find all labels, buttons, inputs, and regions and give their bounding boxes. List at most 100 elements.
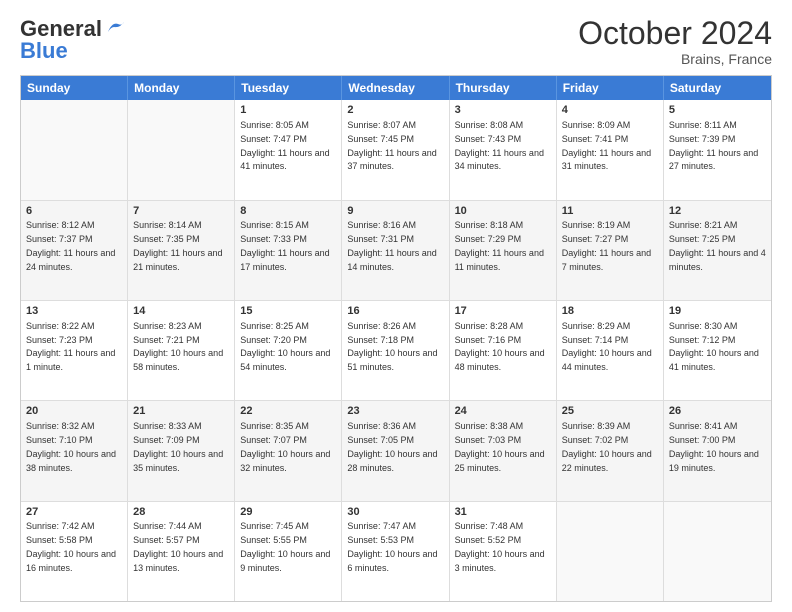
- calendar-cell: 26 Sunrise: 8:41 AM Sunset: 7:00 PM Dayli…: [664, 401, 771, 500]
- day-number: 17: [455, 304, 551, 319]
- calendar-cell: 18 Sunrise: 8:29 AM Sunset: 7:14 PM Dayli…: [557, 301, 664, 400]
- cell-info: Sunrise: 8:41 AM Sunset: 7:00 PM Dayligh…: [669, 421, 759, 472]
- day-number: 22: [240, 404, 336, 419]
- day-number: 16: [347, 304, 443, 319]
- day-number: 28: [133, 505, 229, 520]
- calendar-cell: 22 Sunrise: 8:35 AM Sunset: 7:07 PM Dayli…: [235, 401, 342, 500]
- day-number: 3: [455, 103, 551, 118]
- logo-bird-icon: [104, 18, 126, 36]
- calendar-cell: 9Sunrise: 8:16 AM Sunset: 7:31 PM Daylig…: [342, 201, 449, 300]
- cell-info: Sunrise: 7:47 AM Sunset: 5:53 PM Dayligh…: [347, 521, 437, 572]
- day-number: 18: [562, 304, 658, 319]
- cell-info: Sunrise: 8:22 AM Sunset: 7:23 PM Dayligh…: [26, 321, 115, 372]
- calendar-cell: 27Sunrise: 7:42 AM Sunset: 5:58 PM Dayli…: [21, 502, 128, 601]
- day-number: 25: [562, 404, 658, 419]
- calendar-cell: 14Sunrise: 8:23 AM Sunset: 7:21 PM Dayli…: [128, 301, 235, 400]
- calendar-row: 13 Sunrise: 8:22 AM Sunset: 7:23 PM Dayli…: [21, 301, 771, 401]
- logo-blue: Blue: [20, 38, 68, 64]
- weekday-header: Sunday: [21, 76, 128, 100]
- day-number: 1: [240, 103, 336, 118]
- calendar-cell: [557, 502, 664, 601]
- cell-info: Sunrise: 8:28 AM Sunset: 7:16 PM Dayligh…: [455, 321, 545, 372]
- day-number: 26: [669, 404, 766, 419]
- calendar-cell: 21 Sunrise: 8:33 AM Sunset: 7:09 PM Dayli…: [128, 401, 235, 500]
- cell-info: Sunrise: 8:29 AM Sunset: 7:14 PM Dayligh…: [562, 321, 652, 372]
- calendar-cell: 30Sunrise: 7:47 AM Sunset: 5:53 PM Dayli…: [342, 502, 449, 601]
- calendar-cell: [664, 502, 771, 601]
- cell-info: Sunrise: 8:38 AM Sunset: 7:03 PM Dayligh…: [455, 421, 545, 472]
- cell-info: Sunrise: 8:23 AM Sunset: 7:21 PM Dayligh…: [133, 321, 223, 372]
- calendar-cell: 13 Sunrise: 8:22 AM Sunset: 7:23 PM Dayli…: [21, 301, 128, 400]
- cell-info: Sunrise: 8:30 AM Sunset: 7:12 PM Dayligh…: [669, 321, 759, 372]
- cell-info: Sunrise: 8:36 AM Sunset: 7:05 PM Dayligh…: [347, 421, 437, 472]
- calendar-cell: [21, 100, 128, 199]
- calendar-cell: 29Sunrise: 7:45 AM Sunset: 5:55 PM Dayli…: [235, 502, 342, 601]
- cell-info: Sunrise: 8:39 AM Sunset: 7:02 PM Dayligh…: [562, 421, 652, 472]
- title-block: October 2024 Brains, France: [578, 16, 772, 67]
- calendar-cell: 12Sunrise: 8:21 AM Sunset: 7:25 PM Dayli…: [664, 201, 771, 300]
- cell-info: Sunrise: 8:08 AM Sunset: 7:43 PM Dayligh…: [455, 120, 544, 171]
- day-number: 19: [669, 304, 766, 319]
- day-number: 2: [347, 103, 443, 118]
- cell-info: Sunrise: 8:26 AM Sunset: 7:18 PM Dayligh…: [347, 321, 437, 372]
- calendar-cell: 7Sunrise: 8:14 AM Sunset: 7:35 PM Daylig…: [128, 201, 235, 300]
- calendar-body: 1Sunrise: 8:05 AM Sunset: 7:47 PM Daylig…: [21, 100, 771, 601]
- cell-info: Sunrise: 8:11 AM Sunset: 7:39 PM Dayligh…: [669, 120, 758, 171]
- calendar-cell: 23 Sunrise: 8:36 AM Sunset: 7:05 PM Dayli…: [342, 401, 449, 500]
- weekday-header: Saturday: [664, 76, 771, 100]
- weekday-header: Wednesday: [342, 76, 449, 100]
- calendar-cell: 3 Sunrise: 8:08 AM Sunset: 7:43 PM Daylig…: [450, 100, 557, 199]
- cell-info: Sunrise: 8:16 AM Sunset: 7:31 PM Dayligh…: [347, 220, 436, 271]
- cell-info: Sunrise: 8:35 AM Sunset: 7:07 PM Dayligh…: [240, 421, 330, 472]
- day-number: 31: [455, 505, 551, 520]
- day-number: 13: [26, 304, 122, 319]
- cell-info: Sunrise: 8:25 AM Sunset: 7:20 PM Dayligh…: [240, 321, 330, 372]
- weekday-header: Tuesday: [235, 76, 342, 100]
- day-number: 20: [26, 404, 122, 419]
- day-number: 24: [455, 404, 551, 419]
- weekday-header: Friday: [557, 76, 664, 100]
- day-number: 21: [133, 404, 229, 419]
- cell-info: Sunrise: 7:48 AM Sunset: 5:52 PM Dayligh…: [455, 521, 545, 572]
- calendar: SundayMondayTuesdayWednesdayThursdayFrid…: [20, 75, 772, 602]
- calendar-row: 1Sunrise: 8:05 AM Sunset: 7:47 PM Daylig…: [21, 100, 771, 200]
- cell-info: Sunrise: 8:14 AM Sunset: 7:35 PM Dayligh…: [133, 220, 222, 271]
- calendar-cell: 10Sunrise: 8:18 AM Sunset: 7:29 PM Dayli…: [450, 201, 557, 300]
- calendar-cell: 28Sunrise: 7:44 AM Sunset: 5:57 PM Dayli…: [128, 502, 235, 601]
- cell-info: Sunrise: 8:32 AM Sunset: 7:10 PM Dayligh…: [26, 421, 116, 472]
- calendar-cell: 20 Sunrise: 8:32 AM Sunset: 7:10 PM Dayli…: [21, 401, 128, 500]
- cell-info: Sunrise: 8:09 AM Sunset: 7:41 PM Dayligh…: [562, 120, 651, 171]
- day-number: 8: [240, 204, 336, 219]
- calendar-cell: 2 Sunrise: 8:07 AM Sunset: 7:45 PM Daylig…: [342, 100, 449, 199]
- calendar-cell: 17 Sunrise: 8:28 AM Sunset: 7:16 PM Dayli…: [450, 301, 557, 400]
- day-number: 5: [669, 103, 766, 118]
- month-title: October 2024: [578, 16, 772, 51]
- calendar-cell: 4Sunrise: 8:09 AM Sunset: 7:41 PM Daylig…: [557, 100, 664, 199]
- day-number: 29: [240, 505, 336, 520]
- calendar-row: 27Sunrise: 7:42 AM Sunset: 5:58 PM Dayli…: [21, 502, 771, 601]
- calendar-cell: 19 Sunrise: 8:30 AM Sunset: 7:12 PM Dayli…: [664, 301, 771, 400]
- cell-info: Sunrise: 7:44 AM Sunset: 5:57 PM Dayligh…: [133, 521, 223, 572]
- calendar-cell: 8Sunrise: 8:15 AM Sunset: 7:33 PM Daylig…: [235, 201, 342, 300]
- day-number: 6: [26, 204, 122, 219]
- calendar-cell: [128, 100, 235, 199]
- weekday-header: Monday: [128, 76, 235, 100]
- calendar-cell: 24 Sunrise: 8:38 AM Sunset: 7:03 PM Dayli…: [450, 401, 557, 500]
- cell-info: Sunrise: 8:07 AM Sunset: 7:45 PM Dayligh…: [347, 120, 436, 171]
- cell-info: Sunrise: 8:19 AM Sunset: 7:27 PM Dayligh…: [562, 220, 651, 271]
- calendar-row: 20 Sunrise: 8:32 AM Sunset: 7:10 PM Dayli…: [21, 401, 771, 501]
- calendar-cell: 25 Sunrise: 8:39 AM Sunset: 7:02 PM Dayli…: [557, 401, 664, 500]
- cell-info: Sunrise: 8:18 AM Sunset: 7:29 PM Dayligh…: [455, 220, 544, 271]
- cell-info: Sunrise: 7:42 AM Sunset: 5:58 PM Dayligh…: [26, 521, 116, 572]
- calendar-cell: 11Sunrise: 8:19 AM Sunset: 7:27 PM Dayli…: [557, 201, 664, 300]
- cell-info: Sunrise: 8:21 AM Sunset: 7:25 PM Dayligh…: [669, 220, 766, 271]
- cell-info: Sunrise: 7:45 AM Sunset: 5:55 PM Dayligh…: [240, 521, 330, 572]
- calendar-header: SundayMondayTuesdayWednesdayThursdayFrid…: [21, 76, 771, 100]
- calendar-cell: 15 Sunrise: 8:25 AM Sunset: 7:20 PM Dayli…: [235, 301, 342, 400]
- weekday-header: Thursday: [450, 76, 557, 100]
- day-number: 15: [240, 304, 336, 319]
- cell-info: Sunrise: 8:15 AM Sunset: 7:33 PM Dayligh…: [240, 220, 329, 271]
- cell-info: Sunrise: 8:33 AM Sunset: 7:09 PM Dayligh…: [133, 421, 223, 472]
- day-number: 10: [455, 204, 551, 219]
- day-number: 23: [347, 404, 443, 419]
